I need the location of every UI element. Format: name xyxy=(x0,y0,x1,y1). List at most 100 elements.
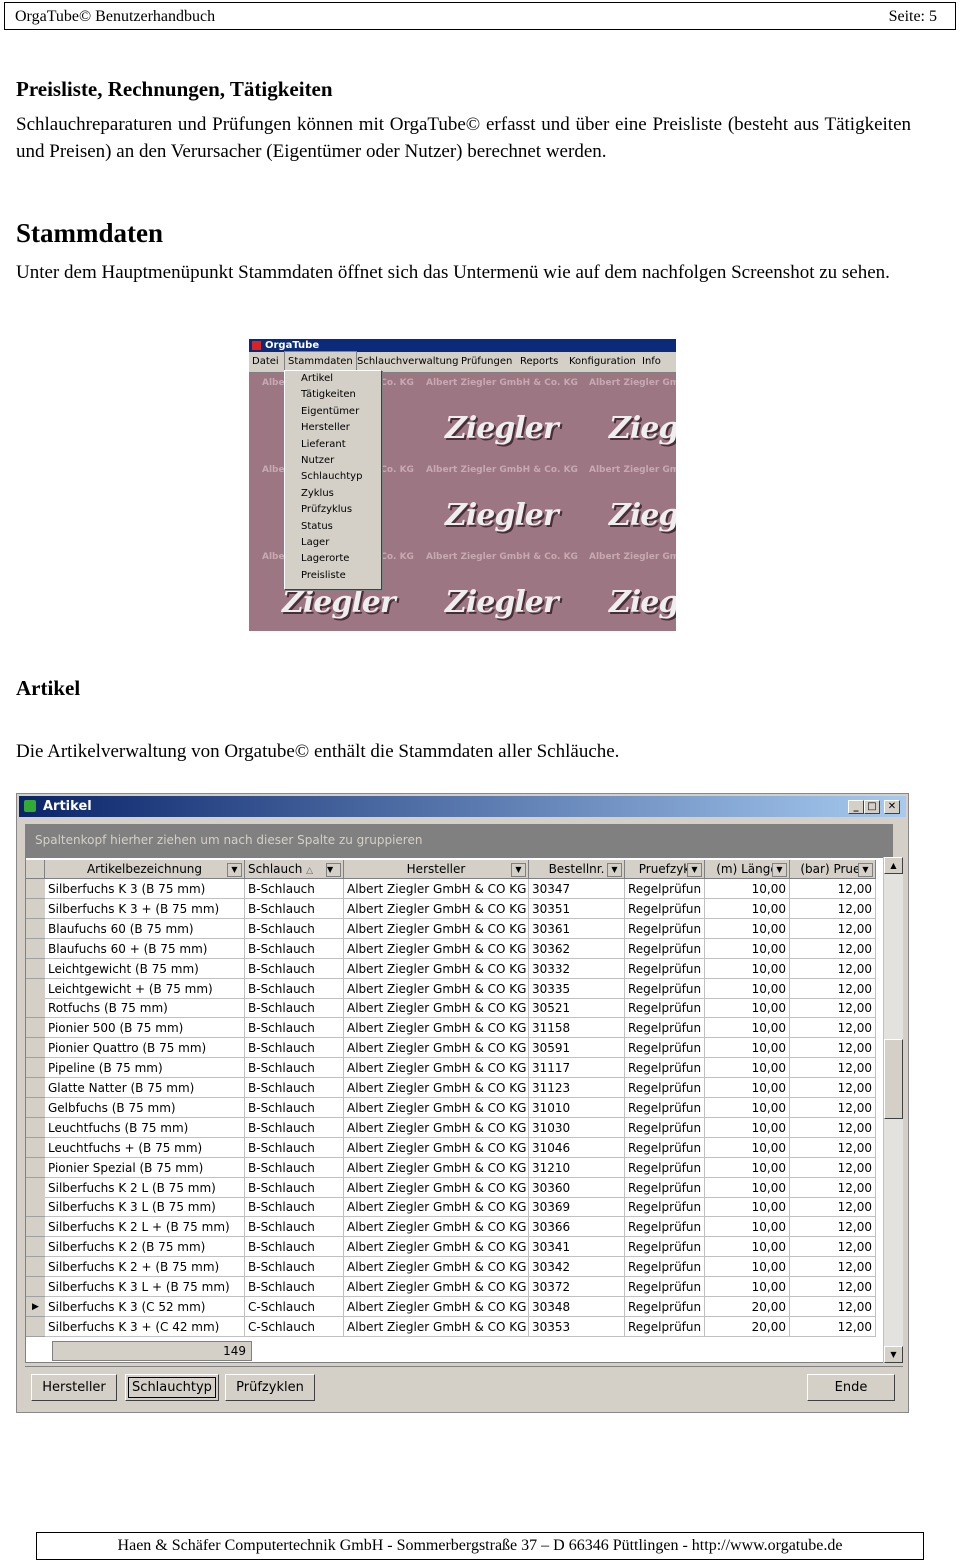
column-header-hersteller[interactable]: Hersteller ▼ xyxy=(344,860,529,879)
cell-hersteller[interactable]: Albert Ziegler GmbH & CO KG xyxy=(344,1277,529,1297)
submenu-item-taetigkeiten[interactable]: Tätigkeiten xyxy=(285,387,381,403)
maximize-icon[interactable]: □ xyxy=(864,800,880,814)
cell-schlauch[interactable]: B-Schlauch xyxy=(245,1257,344,1278)
row-indicator[interactable] xyxy=(26,898,45,919)
cell-schlauch[interactable]: B-Schlauch xyxy=(245,998,344,1019)
cell-bestellnr[interactable]: 31030 xyxy=(529,1117,625,1138)
cell-artikelbezeichnung[interactable]: Gelbfuchs (B 75 mm) xyxy=(45,1097,245,1118)
cell-laenge[interactable]: 10,00 xyxy=(705,1058,790,1079)
cell-pruefzyk[interactable]: Regelprüfun xyxy=(625,1117,705,1138)
table-row[interactable]: Silberfuchs K 2 (B 75 mm) B-Schlauch Alber… xyxy=(26,1237,892,1258)
cell-laenge[interactable]: 10,00 xyxy=(705,998,790,1019)
cell-schlauch[interactable]: B-Schlauch xyxy=(245,1097,344,1118)
cell-hersteller[interactable]: Albert Ziegler GmbH & CO KG xyxy=(344,1097,529,1118)
cell-bestellnr[interactable]: 31158 xyxy=(529,1018,625,1039)
cell-laenge[interactable]: 10,00 xyxy=(705,918,790,939)
cell-artikelbezeichnung[interactable]: Silberfuchs K 3 + (C 42 mm) xyxy=(45,1316,245,1337)
cell-schlauch[interactable]: C-Schlauch xyxy=(245,1316,344,1337)
row-indicator[interactable] xyxy=(26,1117,45,1138)
cell-schlauch[interactable]: B-Schlauch xyxy=(245,918,344,939)
table-row[interactable]: Silberfuchs K 3 + (B 75 mm) B-Schlauch Alb… xyxy=(26,898,892,919)
cell-bestellnr[interactable]: 31117 xyxy=(529,1058,625,1079)
cell-pruefdruck[interactable]: 12,00 xyxy=(790,998,876,1019)
cell-hersteller[interactable]: Albert Ziegler GmbH & CO KG xyxy=(344,938,529,959)
cell-pruefdruck[interactable]: 12,00 xyxy=(790,1296,876,1317)
column-header-laenge[interactable]: (m) Länge ▼ xyxy=(705,860,790,879)
submenu-item-hersteller[interactable]: Hersteller xyxy=(285,420,381,436)
cell-hersteller[interactable]: Albert Ziegler GmbH & CO KG xyxy=(344,1197,529,1218)
cell-laenge[interactable]: 10,00 xyxy=(705,898,790,919)
cell-pruefzyk[interactable]: Regelprüfun xyxy=(625,958,705,979)
table-row[interactable]: Glatte Natter (B 75 mm) B-Schlauch Albert … xyxy=(26,1078,892,1098)
cell-pruefzyk[interactable]: Regelprüfun xyxy=(625,1078,705,1098)
cell-artikelbezeichnung[interactable]: Leuchtfuchs (B 75 mm) xyxy=(45,1117,245,1138)
submenu-item-artikel[interactable]: Artikel xyxy=(285,371,381,387)
cell-pruefzyk[interactable]: Regelprüfun xyxy=(625,1157,705,1178)
chevron-down-icon[interactable]: ▼ xyxy=(511,863,526,877)
cell-pruefzyk[interactable]: Regelprüfun xyxy=(625,879,705,899)
cell-schlauch[interactable]: B-Schlauch xyxy=(245,898,344,919)
cell-bestellnr[interactable]: 30353 xyxy=(529,1316,625,1337)
submenu-item-zyklus[interactable]: Zyklus xyxy=(285,486,381,502)
cell-artikelbezeichnung[interactable]: Silberfuchs K 2 L (B 75 mm) xyxy=(45,1177,245,1198)
cell-bestellnr[interactable]: 31123 xyxy=(529,1078,625,1098)
table-row[interactable]: Pionier Spezial (B 75 mm) B-Schlauch Alber… xyxy=(26,1157,892,1178)
menu-reports[interactable]: Reports xyxy=(520,352,558,372)
cell-bestellnr[interactable]: 30348 xyxy=(529,1296,625,1317)
cell-pruefdruck[interactable]: 12,00 xyxy=(790,1157,876,1178)
cell-bestellnr[interactable]: 30335 xyxy=(529,978,625,999)
cell-schlauch[interactable]: B-Schlauch xyxy=(245,1038,344,1059)
cell-pruefzyk[interactable]: Regelprüfun xyxy=(625,998,705,1019)
cell-artikelbezeichnung[interactable]: Silberfuchs K 2 (B 75 mm) xyxy=(45,1237,245,1258)
menu-konfiguration[interactable]: Konfiguration xyxy=(569,352,636,372)
row-indicator[interactable] xyxy=(26,1097,45,1118)
row-indicator[interactable] xyxy=(26,998,45,1019)
cell-hersteller[interactable]: Albert Ziegler GmbH & CO KG xyxy=(344,1296,529,1317)
submenu-item-eigentuemer[interactable]: Eigentümer xyxy=(285,404,381,420)
cell-hersteller[interactable]: Albert Ziegler GmbH & CO KG xyxy=(344,1316,529,1337)
row-indicator[interactable] xyxy=(26,1217,45,1238)
cell-laenge[interactable]: 10,00 xyxy=(705,978,790,999)
row-indicator[interactable] xyxy=(26,1316,45,1337)
cell-artikelbezeichnung[interactable]: Pionier Quattro (B 75 mm) xyxy=(45,1038,245,1059)
cell-pruefdruck[interactable]: 12,00 xyxy=(790,1197,876,1218)
row-indicator[interactable] xyxy=(26,879,45,899)
column-header-artikelbezeichnung[interactable]: Artikelbezeichnung ▼ xyxy=(45,860,245,879)
cell-pruefdruck[interactable]: 12,00 xyxy=(790,1277,876,1297)
cell-bestellnr[interactable]: 30342 xyxy=(529,1257,625,1278)
cell-schlauch[interactable]: B-Schlauch xyxy=(245,938,344,959)
row-indicator[interactable] xyxy=(26,1257,45,1278)
table-row[interactable]: Silberfuchs K 3 L (B 75 mm) B-Schlauch Alb… xyxy=(26,1197,892,1218)
submenu-item-nutzer[interactable]: Nutzer xyxy=(285,453,381,469)
row-indicator[interactable] xyxy=(26,1277,45,1297)
row-indicator[interactable] xyxy=(26,1237,45,1258)
cell-pruefzyk[interactable]: Regelprüfun xyxy=(625,1296,705,1317)
menu-info[interactable]: Info xyxy=(642,352,661,372)
cell-pruefdruck[interactable]: 12,00 xyxy=(790,1058,876,1079)
cell-laenge[interactable]: 10,00 xyxy=(705,1117,790,1138)
scroll-down-icon[interactable]: ▼ xyxy=(884,1346,903,1363)
cell-pruefzyk[interactable]: Regelprüfun xyxy=(625,1277,705,1297)
cell-schlauch[interactable]: B-Schlauch xyxy=(245,1277,344,1297)
cell-pruefzyk[interactable]: Regelprüfun xyxy=(625,1237,705,1258)
cell-hersteller[interactable]: Albert Ziegler GmbH & CO KG xyxy=(344,1177,529,1198)
cell-hersteller[interactable]: Albert Ziegler GmbH & CO KG xyxy=(344,1157,529,1178)
cell-schlauch[interactable]: B-Schlauch xyxy=(245,879,344,899)
cell-laenge[interactable]: 10,00 xyxy=(705,938,790,959)
cell-hersteller[interactable]: Albert Ziegler GmbH & CO KG xyxy=(344,1018,529,1039)
cell-hersteller[interactable]: Albert Ziegler GmbH & CO KG xyxy=(344,898,529,919)
column-header-pruefdruck[interactable]: (bar) Pruef ▼ xyxy=(790,860,876,879)
cell-hersteller[interactable]: Albert Ziegler GmbH & CO KG xyxy=(344,1058,529,1079)
cell-pruefdruck[interactable]: 12,00 xyxy=(790,918,876,939)
column-header-bestellnr[interactable]: Bestellnr. ▼ xyxy=(529,860,625,879)
cell-laenge[interactable]: 10,00 xyxy=(705,1038,790,1059)
cell-schlauch[interactable]: B-Schlauch xyxy=(245,1177,344,1198)
submenu-item-status[interactable]: Status xyxy=(285,519,381,535)
cell-hersteller[interactable]: Albert Ziegler GmbH & CO KG xyxy=(344,1137,529,1158)
vertical-scrollbar[interactable]: ▲ ▼ xyxy=(883,857,903,1363)
cell-pruefdruck[interactable]: 12,00 xyxy=(790,1316,876,1337)
cell-laenge[interactable]: 10,00 xyxy=(705,1197,790,1218)
cell-pruefzyk[interactable]: Regelprüfun xyxy=(625,1137,705,1158)
cell-laenge[interactable]: 10,00 xyxy=(705,1137,790,1158)
row-indicator[interactable] xyxy=(26,1078,45,1098)
